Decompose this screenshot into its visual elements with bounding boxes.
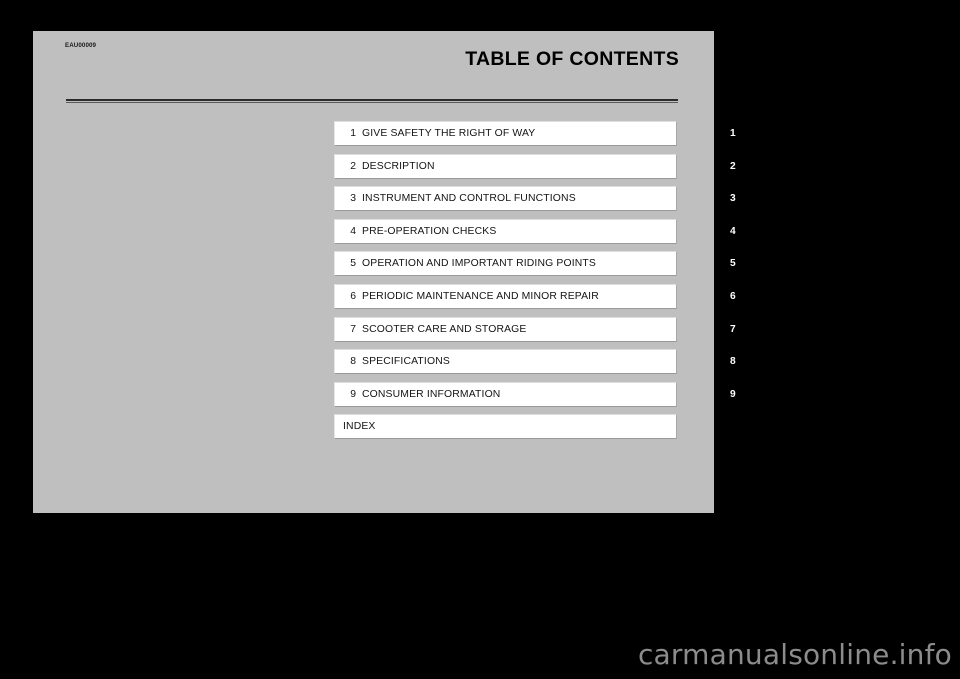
toc-row: 5 OPERATION AND IMPORTANT RIDING POINTS 5 [334, 251, 781, 284]
chapter-thumb-tab[interactable] [721, 414, 781, 440]
toc-entry-label: GIVE SAFETY THE RIGHT OF WAY [362, 128, 536, 139]
toc-entry[interactable]: 8 SPECIFICATIONS [334, 349, 677, 375]
toc-entry-number: 3 [350, 193, 356, 205]
toc-entry-label: OPERATION AND IMPORTANT RIDING POINTS [362, 258, 596, 270]
chapter-thumb-tab[interactable]: 4 [721, 218, 781, 244]
toc-entry-number: 7 [350, 323, 356, 335]
toc-row: INDEX [334, 414, 781, 447]
site-watermark: carmanualsonline.info [637, 638, 952, 671]
toc-row: 3 INSTRUMENT AND CONTROL FUNCTIONS 3 [334, 186, 781, 219]
toc-entry-number: 9 [350, 388, 356, 400]
toc-entry-number: 4 [350, 225, 356, 237]
toc-entry[interactable]: 4 PRE-OPERATION CHECKS [334, 218, 677, 244]
toc-row: 9 CONSUMER INFORMATION 9 [334, 381, 781, 415]
toc-entry[interactable]: 2 DESCRIPTION [334, 153, 677, 179]
toc-entry-label: PERIODIC MAINTENANCE AND MINOR REPAIR [362, 290, 599, 302]
chapter-thumb-tab[interactable]: 5 [721, 251, 781, 277]
toc-entry-label: PRE-OPERATION CHECKS [362, 225, 497, 237]
toc-entry-label: SPECIFICATIONS [362, 356, 450, 368]
toc-entry-number: 2 [350, 160, 356, 172]
toc-entry-label: INDEX [343, 421, 376, 433]
document-code: EAU00009 [65, 42, 97, 49]
table-of-contents-list: 1 GIVE SAFETY THE RIGHT OF WAY 1 2 DESCRIPTI… [334, 121, 781, 447]
toc-entry-number: 5 [350, 258, 356, 270]
chapter-thumb-tab[interactable]: 6 [721, 283, 781, 309]
rule-line-thin [66, 101, 678, 103]
toc-entry[interactable]: 6 PERIODIC MAINTENANCE AND MINOR REPAIR [334, 283, 677, 309]
toc-entry[interactable]: 9 CONSUMER INFORMATION [334, 381, 677, 407]
toc-row: 8 SPECIFICATIONS 8 [334, 349, 781, 382]
chapter-thumb-tab[interactable]: 7 [721, 316, 781, 342]
toc-entry-label: DESCRIPTION [362, 160, 435, 172]
toc-row: 1 GIVE SAFETY THE RIGHT OF WAY 1 [334, 121, 781, 154]
toc-entry-number: 6 [350, 290, 356, 302]
manual-page-sheet: EAU00009 TABLE OF CONTENTS 1 GIVE SAFETY … [33, 31, 781, 513]
chapter-thumb-tab[interactable]: 8 [721, 349, 781, 375]
toc-entry-number: 1 [350, 128, 356, 139]
chapter-thumb-tab[interactable]: 3 [721, 186, 781, 212]
toc-entry-label: INSTRUMENT AND CONTROL FUNCTIONS [362, 193, 576, 205]
chapter-thumb-tab[interactable]: 9 [721, 381, 781, 407]
toc-entry[interactable]: 3 INSTRUMENT AND CONTROL FUNCTIONS [334, 186, 677, 212]
toc-entry[interactable]: 7 SCOOTER CARE AND STORAGE [334, 316, 677, 342]
header-divider-rule [66, 99, 678, 103]
toc-row: 2 DESCRIPTION 2 [334, 153, 781, 187]
page-title: TABLE OF CONTENTS [465, 48, 679, 70]
toc-entry-label: CONSUMER INFORMATION [362, 388, 501, 400]
toc-row: 6 PERIODIC MAINTENANCE AND MINOR REPAIR 6 [334, 283, 781, 317]
toc-entry[interactable]: INDEX [334, 414, 677, 440]
toc-entry-number: 8 [350, 356, 356, 368]
toc-entry[interactable]: 5 OPERATION AND IMPORTANT RIDING POINTS [334, 251, 677, 277]
toc-entry-label: SCOOTER CARE AND STORAGE [362, 323, 527, 335]
chapter-thumb-tab[interactable]: 2 [721, 153, 781, 179]
toc-entry[interactable]: 1 GIVE SAFETY THE RIGHT OF WAY [334, 121, 677, 146]
toc-row: 7 SCOOTER CARE AND STORAGE 7 [334, 316, 781, 350]
toc-row: 4 PRE-OPERATION CHECKS 4 [334, 218, 781, 252]
chapter-thumb-tab[interactable]: 1 [721, 121, 781, 146]
